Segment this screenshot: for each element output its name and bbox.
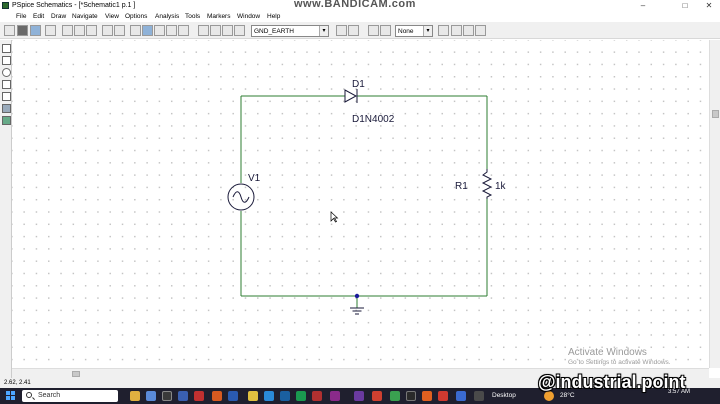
ac-source-symbol[interactable] [227, 183, 255, 211]
word-icon[interactable] [280, 391, 290, 401]
activate-windows-title: Activate Windows [568, 347, 647, 358]
app-icon-12[interactable] [406, 391, 416, 401]
desktop-toolbar-label[interactable]: Desktop [492, 388, 516, 404]
app-icon-4[interactable] [212, 391, 222, 401]
diode-symbol[interactable] [344, 89, 358, 103]
widgets-icon[interactable] [130, 391, 140, 401]
app-icon-2[interactable] [178, 391, 188, 401]
file-explorer-icon[interactable] [248, 391, 258, 401]
windows-start-icon[interactable] [6, 391, 16, 401]
chrome-icon[interactable] [438, 391, 448, 401]
vertical-scroll-thumb[interactable] [712, 110, 719, 118]
activate-windows-watermark: Activate Windows Go to Settings to activ… [568, 347, 671, 366]
app-icon-1[interactable] [162, 391, 172, 401]
excel-icon[interactable] [296, 391, 306, 401]
activate-windows-subtitle: Go to Settings to activate Windows. [568, 359, 671, 366]
channel-watermark: @industrial.point [538, 372, 686, 392]
task-view-icon[interactable] [146, 391, 156, 401]
wires [240, 95, 488, 308]
ground-node-dot [354, 293, 360, 299]
resistor-value-label[interactable]: 1k [495, 181, 507, 192]
app-icon-11[interactable] [390, 391, 400, 401]
taskbar-search-label: Search [38, 392, 61, 399]
ground-symbol[interactable] [350, 307, 364, 315]
app-icon-8[interactable] [330, 391, 340, 401]
source-ref-label[interactable]: V1 [248, 173, 261, 184]
app-icon-5[interactable] [228, 391, 238, 401]
resistor-ref-label[interactable]: R1 [455, 181, 468, 192]
resistor-symbol[interactable] [481, 169, 493, 199]
app-icon-9[interactable] [354, 391, 364, 401]
search-icon [26, 392, 32, 398]
app-icon-7[interactable] [312, 391, 322, 401]
app-icon-3[interactable] [194, 391, 204, 401]
horizontal-scroll-thumb[interactable] [72, 371, 80, 377]
vertical-scrollbar[interactable] [709, 40, 720, 368]
schematic-drawing: D1 D1N4002 V1 R1 1k [227, 79, 507, 315]
app-icon-14[interactable] [456, 391, 466, 401]
cursor-coordinates: 2.62, 2.41 [4, 380, 31, 386]
app-icon-6[interactable] [264, 391, 274, 401]
mouse-cursor-icon [330, 211, 339, 223]
app-icon-15[interactable] [474, 391, 484, 401]
diode-model-label[interactable]: D1N4002 [352, 114, 395, 125]
taskbar-search-box[interactable]: Search [22, 390, 118, 402]
app-icon-13[interactable] [422, 391, 432, 401]
app-icon-10[interactable] [372, 391, 382, 401]
diode-ref-label[interactable]: D1 [352, 79, 365, 90]
